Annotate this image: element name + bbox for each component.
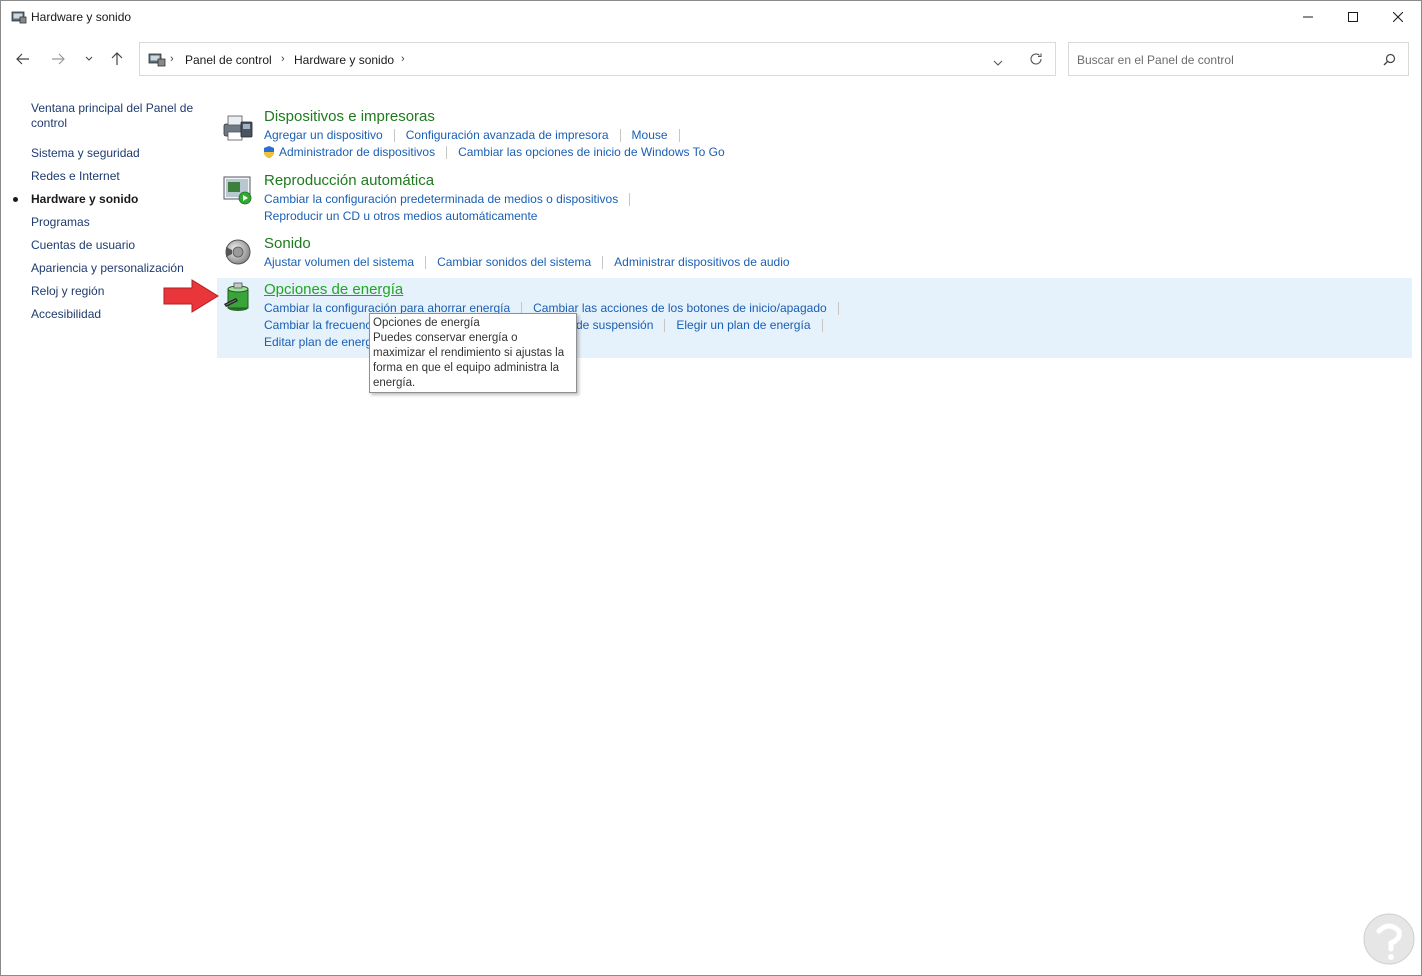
maximize-button[interactable] bbox=[1330, 1, 1376, 33]
forward-arrow-icon bbox=[52, 53, 65, 65]
up-button[interactable] bbox=[107, 49, 127, 69]
task-link-configuracion-impresora[interactable]: Configuración avanzada de impresora bbox=[406, 128, 609, 142]
breadcrumb-hardware-y-sonido[interactable]: Hardware y sonido bbox=[294, 53, 394, 67]
task-row: Reproducir un CD u otros medios automáti… bbox=[264, 208, 537, 224]
divider bbox=[629, 192, 631, 206]
task-link-reproducir-cd[interactable]: Reproducir un CD u otros medios automáti… bbox=[264, 209, 537, 223]
tooltip-line: energía. bbox=[373, 377, 416, 389]
close-button[interactable] bbox=[1375, 1, 1421, 33]
category-reproduccion-automatica: Reproducción automática Cambiar la confi… bbox=[217, 169, 1412, 229]
task-link-editar-plan[interactable]: Editar plan de energ bbox=[264, 335, 372, 349]
sidebar-item-ventana-principal[interactable]: Ventana principal del Panel de control bbox=[31, 101, 193, 131]
sidebar-item-redes-e-internet[interactable]: Redes e Internet bbox=[31, 169, 120, 184]
sidebar-item-apariencia[interactable]: Apariencia y personalización bbox=[31, 261, 184, 276]
refresh-button[interactable] bbox=[1029, 52, 1043, 69]
task-row: Agregar un dispositivo Configuración ava… bbox=[264, 127, 691, 143]
sidebar-item-label: Ventana principal del Panel de bbox=[31, 101, 194, 115]
tooltip: Opciones de energía Puedes conservar ene… bbox=[369, 313, 577, 393]
up-arrow-icon bbox=[111, 52, 123, 65]
window-title: Hardware y sonido bbox=[31, 10, 132, 24]
search-input[interactable] bbox=[1077, 51, 1367, 69]
shield-icon bbox=[262, 145, 276, 159]
speaker-icon bbox=[221, 235, 255, 269]
task-link-botones-inicio-apagado[interactable]: Cambiar las acciones de los botones de i… bbox=[533, 301, 827, 315]
navigation-bar: › Panel de control › Hardware y sonido › bbox=[1, 41, 1421, 77]
task-row: Ajustar volumen del sistema Cambiar soni… bbox=[264, 254, 790, 270]
printer-icon bbox=[221, 110, 255, 144]
autoplay-icon bbox=[221, 173, 255, 207]
minimize-button[interactable] bbox=[1285, 1, 1331, 33]
battery-icon bbox=[221, 280, 255, 314]
tooltip-line: maximizar el rendimiento si ajustas la bbox=[373, 347, 565, 359]
control-panel-icon bbox=[148, 53, 166, 70]
task-row: Cambiar la frecuencia bbox=[264, 317, 381, 333]
task-link-administrar-audio[interactable]: Administrar dispositivos de audio bbox=[614, 255, 789, 269]
divider bbox=[425, 255, 427, 269]
sidebar-item-label: control bbox=[31, 116, 68, 130]
control-panel-window: Hardware y sonido › Panel de control › H… bbox=[0, 0, 1422, 976]
category-title[interactable]: Dispositivos e impresoras bbox=[264, 108, 435, 125]
red-arrow-icon bbox=[161, 278, 221, 317]
title-bar: Hardware y sonido bbox=[1, 1, 1421, 33]
tooltip-line: Puedes conservar energía o bbox=[373, 332, 518, 344]
refresh-icon bbox=[1030, 53, 1042, 65]
forward-button[interactable] bbox=[48, 49, 68, 69]
task-row: Administrador de dispositivos Cambiar la… bbox=[262, 144, 725, 160]
divider bbox=[446, 145, 448, 159]
minimize-icon bbox=[1303, 16, 1313, 18]
divider bbox=[602, 255, 604, 269]
task-link-mouse[interactable]: Mouse bbox=[632, 128, 668, 142]
chevron-down-icon bbox=[85, 56, 93, 61]
sidebar-item-cuentas-de-usuario[interactable]: Cuentas de usuario bbox=[31, 238, 135, 253]
watermark-logo-icon bbox=[1361, 911, 1417, 974]
tooltip-title: Opciones de energía bbox=[373, 317, 480, 329]
recent-locations-button[interactable] bbox=[79, 49, 99, 69]
task-link-administrador-dispositivos[interactable]: Administrador de dispositivos bbox=[279, 145, 435, 159]
breadcrumb-panel-de-control[interactable]: Panel de control bbox=[185, 53, 272, 67]
address-dropdown-button[interactable] bbox=[993, 55, 1003, 69]
divider bbox=[664, 318, 666, 332]
sidebar-item-accesibilidad[interactable]: Accesibilidad bbox=[31, 307, 101, 322]
sidebar-item-sistema-y-seguridad[interactable]: Sistema y seguridad bbox=[31, 146, 140, 161]
task-link-cambiar-sonidos[interactable]: Cambiar sonidos del sistema bbox=[437, 255, 591, 269]
maximize-icon bbox=[1348, 12, 1358, 22]
task-row: de suspensión Elegir un plan de energía bbox=[576, 317, 834, 333]
task-link-windows-to-go[interactable]: Cambiar las opciones de inicio de Window… bbox=[458, 145, 725, 159]
tooltip-line: forma en que el equipo administra la bbox=[373, 362, 560, 374]
control-panel-icon bbox=[11, 10, 27, 24]
category-dispositivos: Dispositivos e impresoras Agregar un dis… bbox=[217, 105, 1412, 165]
sidebar-item-reloj-y-region[interactable]: Reloj y región bbox=[31, 284, 104, 299]
divider bbox=[821, 318, 823, 332]
active-bullet-icon bbox=[13, 197, 18, 202]
breadcrumb-separator-icon[interactable]: › bbox=[401, 53, 405, 65]
divider bbox=[837, 301, 839, 315]
category-title[interactable]: Opciones de energía bbox=[264, 281, 403, 298]
back-arrow-icon bbox=[16, 53, 29, 65]
divider bbox=[619, 128, 621, 142]
task-link-cambiar-frecuencia[interactable]: Cambiar la frecuencia bbox=[264, 318, 381, 332]
address-bar[interactable]: › Panel de control › Hardware y sonido › bbox=[139, 42, 1056, 76]
chevron-down-icon bbox=[993, 60, 1003, 66]
task-row: Cambiar la configuración predeterminada … bbox=[264, 191, 641, 207]
category-sonido: Sonido Ajustar volumen del sistema Cambi… bbox=[217, 232, 1412, 272]
breadcrumb-separator-icon[interactable]: › bbox=[281, 53, 285, 65]
search-icon[interactable] bbox=[1383, 53, 1396, 69]
task-link-agregar-dispositivo[interactable]: Agregar un dispositivo bbox=[264, 128, 383, 142]
category-title[interactable]: Sonido bbox=[264, 235, 311, 252]
search-box[interactable] bbox=[1068, 42, 1409, 76]
task-link-suspension[interactable]: de suspensión bbox=[576, 318, 653, 332]
task-row: Editar plan de energ bbox=[264, 334, 372, 350]
divider bbox=[678, 128, 680, 142]
back-button[interactable] bbox=[13, 49, 33, 69]
sidebar-item-programas[interactable]: Programas bbox=[31, 215, 90, 230]
divider bbox=[393, 128, 395, 142]
close-icon bbox=[1393, 12, 1403, 22]
task-link-configuracion-medios[interactable]: Cambiar la configuración predeterminada … bbox=[264, 192, 618, 206]
category-title[interactable]: Reproducción automática bbox=[264, 172, 434, 189]
sidebar-item-hardware-y-sonido[interactable]: Hardware y sonido bbox=[31, 192, 138, 207]
task-link-ajustar-volumen[interactable]: Ajustar volumen del sistema bbox=[264, 255, 414, 269]
task-link-elegir-plan[interactable]: Elegir un plan de energía bbox=[676, 318, 810, 332]
breadcrumb-separator-icon[interactable]: › bbox=[170, 53, 174, 65]
